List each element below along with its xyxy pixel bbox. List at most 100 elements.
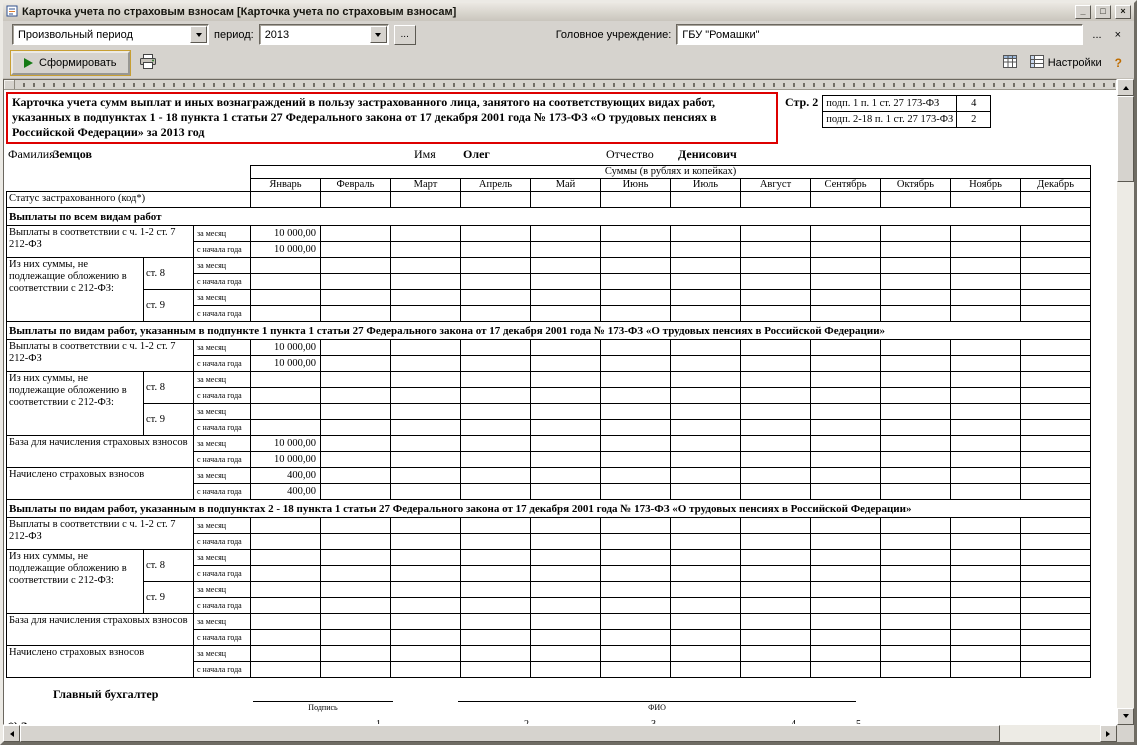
- value-cell: [250, 629, 321, 646]
- value-cell: [1019, 581, 1092, 598]
- value-cell: [950, 483, 1021, 500]
- value-cell: [670, 517, 741, 534]
- row-label: Выплаты в соответствии с ч. 1-2 ст. 7 21…: [6, 225, 194, 258]
- table-row: Выплаты в соответствии с ч. 1-2 ст. 7 21…: [6, 339, 1092, 372]
- value-cell: [670, 339, 741, 356]
- close-button[interactable]: ×: [1115, 5, 1131, 19]
- value-cell: [740, 517, 811, 534]
- value-cell: [950, 467, 1021, 484]
- scroll-left-button[interactable]: [3, 725, 20, 742]
- value-cell: [810, 419, 881, 436]
- minimize-button[interactable]: _: [1075, 5, 1091, 19]
- spreadsheet: Карточка учета сумм выплат и иных вознаг…: [3, 79, 1117, 725]
- value-cell: [600, 289, 671, 306]
- value-cell: [950, 305, 1021, 322]
- generate-button[interactable]: Сформировать: [11, 51, 130, 75]
- org-clear-button[interactable]: ×: [1111, 25, 1125, 45]
- title-bar: Карточка учета по страховым взносам [Кар…: [3, 3, 1134, 21]
- value-cell: [670, 257, 741, 274]
- scroll-right-button[interactable]: [1100, 725, 1117, 742]
- help-button[interactable]: ?: [1111, 53, 1126, 73]
- settings-button[interactable]: Настройки: [1026, 53, 1106, 73]
- vertical-scrollbar[interactable]: [1117, 79, 1134, 725]
- value-cell: [950, 597, 1021, 614]
- month-header: Декабрь: [1019, 178, 1092, 192]
- value-cell: [740, 241, 811, 258]
- value-cell: [600, 467, 671, 484]
- horizontal-scrollbar[interactable]: [3, 725, 1117, 742]
- row-label: Выплаты в соответствии с ч. 1-2 ст. 7 21…: [6, 339, 194, 372]
- period-label: с начала года: [193, 533, 251, 550]
- month-header: Ноябрь: [950, 178, 1021, 192]
- value-cell: [810, 225, 881, 242]
- print-button[interactable]: [135, 53, 161, 73]
- chevron-down-icon[interactable]: [369, 26, 387, 43]
- value-cell: [740, 403, 811, 420]
- period-combo[interactable]: 2013: [258, 24, 389, 45]
- value-cell: [320, 355, 391, 372]
- value-cell: [670, 387, 741, 404]
- value-cell: [320, 191, 391, 208]
- maximize-button[interactable]: □: [1095, 5, 1111, 19]
- value-cell: [600, 355, 671, 372]
- month-header: Март: [390, 178, 461, 192]
- value-cell: [880, 339, 951, 356]
- value-cell: [250, 549, 321, 566]
- value-cell: [740, 533, 811, 550]
- value-cell: [740, 289, 811, 306]
- value-cell: [1019, 645, 1092, 662]
- value-cell: [600, 661, 671, 678]
- value-cell: [810, 483, 881, 500]
- page-info-value: 4: [956, 95, 992, 112]
- value-cell: [460, 241, 531, 258]
- value-cell: [390, 613, 461, 630]
- app-window: Карточка учета по страховым взносам [Кар…: [0, 0, 1137, 745]
- value-cell: 10 000,00: [250, 435, 321, 452]
- value-cell: [250, 289, 321, 306]
- org-field[interactable]: ГБУ "Ромашки": [676, 24, 1084, 45]
- value-cell: [250, 565, 321, 582]
- content-row: Карточка учета сумм выплат и иных вознаг…: [3, 79, 1134, 725]
- value-cell: [950, 533, 1021, 550]
- period-label: за месяц: [193, 549, 251, 566]
- report-title: Карточка учета сумм выплат и иных вознаг…: [6, 92, 778, 144]
- period-label: за месяц: [193, 289, 251, 306]
- value-cell: 10 000,00: [250, 451, 321, 468]
- value-cell: [670, 533, 741, 550]
- period-type-value: Произвольный период: [18, 28, 133, 41]
- table-view-button[interactable]: [999, 53, 1021, 73]
- period-type-combo[interactable]: Произвольный период: [12, 24, 209, 45]
- value-cell: [740, 581, 811, 598]
- value-cell: [670, 289, 741, 306]
- value-cell: [740, 613, 811, 630]
- value-cell: [670, 629, 741, 646]
- table-header-row: Суммы (в рублях и копейках): [7, 165, 1092, 179]
- value-cell: 10 000,00: [250, 241, 321, 258]
- period-ellipsis-button[interactable]: ...: [393, 24, 416, 45]
- value-cell: [530, 355, 601, 372]
- table-row: ст. 9 за месяц: [7, 403, 1092, 436]
- vertical-scroll-thumb[interactable]: [1117, 96, 1134, 182]
- value-cell: [1019, 387, 1092, 404]
- value-cell: [1019, 273, 1092, 290]
- column-number: 1: [376, 719, 381, 724]
- row-label: Начислено страховых взносов: [6, 467, 194, 500]
- value-cell: [670, 419, 741, 436]
- value-cell: [880, 273, 951, 290]
- horizontal-scroll-thumb[interactable]: [20, 725, 1001, 742]
- value-cell: [740, 339, 811, 356]
- value-cell: [390, 419, 461, 436]
- ruler-corner[interactable]: [4, 80, 15, 89]
- org-select-button[interactable]: ...: [1088, 25, 1105, 45]
- org-value: ГБУ "Ромашки": [682, 28, 760, 41]
- chevron-down-icon[interactable]: [190, 26, 207, 43]
- scroll-up-button[interactable]: [1117, 79, 1134, 96]
- fio-caption: ФИО: [648, 703, 666, 712]
- value-cell: [740, 257, 811, 274]
- value-cell: [390, 289, 461, 306]
- value-cell: [950, 191, 1021, 208]
- table-row: Из них суммы, не подлежащие обложению в …: [6, 371, 1092, 436]
- value-cell: [880, 467, 951, 484]
- scroll-down-button[interactable]: [1117, 708, 1134, 725]
- value-cell: [740, 467, 811, 484]
